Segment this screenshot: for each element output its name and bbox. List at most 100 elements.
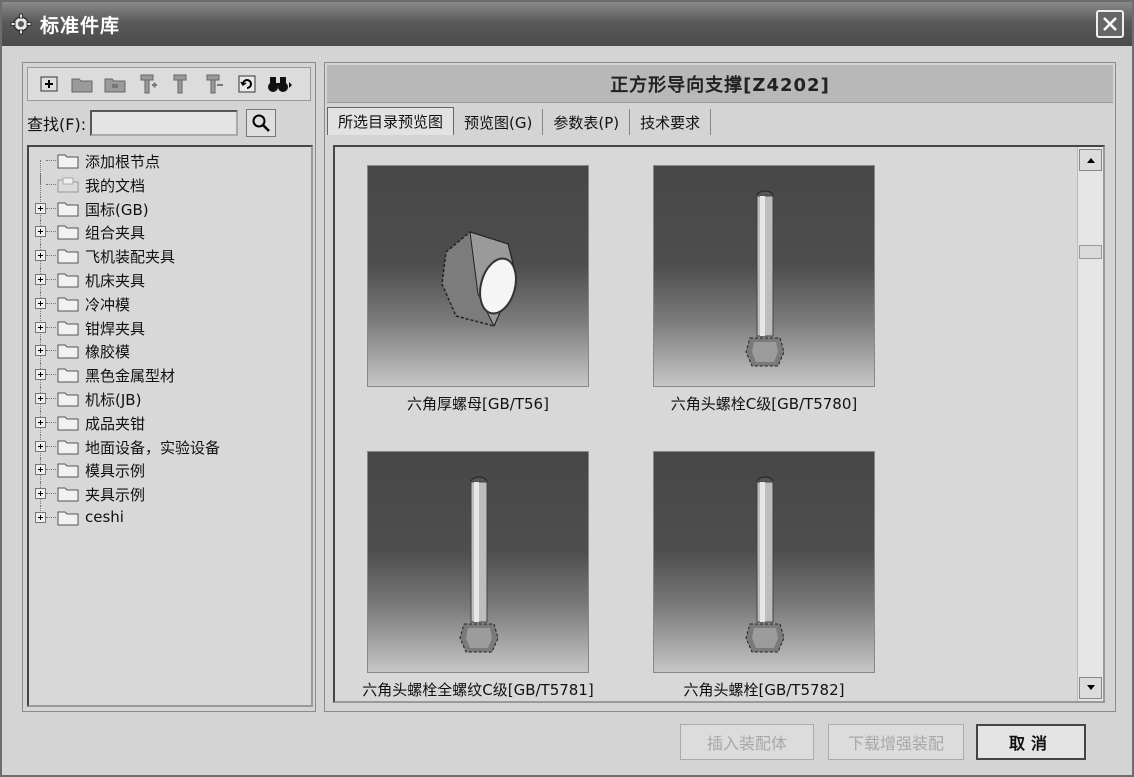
- document-folder-icon: [57, 177, 79, 193]
- tab-0[interactable]: 所选目录预览图: [327, 107, 455, 135]
- add-node-button[interactable]: [34, 71, 64, 97]
- insert-assembly-button[interactable]: 插入装配体: [680, 724, 814, 760]
- hex-bolt-icon: [459, 476, 499, 653]
- folder-icon: [57, 154, 79, 169]
- download-enhanced-assembly-button[interactable]: 下载增强装配: [828, 724, 964, 760]
- add-node-icon: [40, 76, 58, 92]
- folder-edit-icon: [104, 78, 126, 93]
- tree-item[interactable]: 我的文档: [29, 172, 311, 197]
- part-title: 正方形导向支撑[Z4202]: [327, 65, 1113, 103]
- tab-2[interactable]: 参数表(P): [543, 109, 631, 135]
- tree-connector: [46, 207, 56, 209]
- tree-item[interactable]: ceshi: [29, 505, 311, 530]
- rename-folder-button[interactable]: [100, 71, 130, 97]
- part-preview-caption: 六角厚螺母[GB/T56]: [407, 395, 549, 413]
- arrow-down-icon: [1086, 685, 1095, 690]
- tree-item-label: 钳焊夹具: [85, 319, 146, 338]
- tab-1[interactable]: 预览图(G): [454, 109, 544, 135]
- tree-connector: [46, 374, 56, 376]
- tab-3[interactable]: 技术要求: [630, 109, 712, 135]
- tree-item[interactable]: 夹具示例: [29, 482, 311, 506]
- search-icon: [252, 114, 270, 132]
- scroll-thumb[interactable]: [1079, 245, 1102, 259]
- expand-toggle-icon[interactable]: [35, 226, 46, 238]
- title-bar[interactable]: 标准件库: [2, 2, 1132, 46]
- search-row: 查找(F):: [27, 107, 313, 139]
- expand-toggle-icon[interactable]: [35, 250, 46, 262]
- expand-toggle-icon[interactable]: [35, 273, 46, 285]
- bolt-add-icon: [140, 74, 157, 94]
- tree-item-label: 添加根节点: [85, 153, 161, 171]
- tree-item[interactable]: 成品夹钳: [29, 410, 311, 435]
- edit-part-button[interactable]: [166, 71, 196, 97]
- expand-toggle-icon[interactable]: [35, 202, 46, 214]
- tree-item[interactable]: 组合夹具: [29, 220, 311, 245]
- folder-icon: [57, 463, 79, 478]
- expand-toggle-icon[interactable]: [35, 488, 46, 500]
- tree-item-label: 组合夹具: [85, 224, 146, 243]
- folder-icon: [57, 202, 79, 217]
- arrow-up-icon: [1086, 158, 1095, 163]
- part-preview-caption: 六角头螺栓[GB/T5782]: [683, 681, 845, 699]
- part-preview-thumbnail[interactable]: [367, 451, 589, 673]
- bolt-delete-icon: [206, 74, 223, 94]
- folder-icon: [57, 297, 79, 312]
- tree-item[interactable]: 冷冲模: [29, 291, 311, 316]
- part-preview-thumbnail[interactable]: [367, 165, 589, 387]
- folder-icon: [57, 321, 79, 336]
- add-part-button[interactable]: [133, 71, 163, 97]
- hex-bolt-icon: [745, 476, 785, 653]
- tree-item[interactable]: 模具示例: [29, 458, 311, 483]
- find-button[interactable]: [265, 71, 295, 97]
- expand-toggle-icon[interactable]: [35, 464, 46, 476]
- tree-item-label: 飞机装配夹具: [85, 248, 176, 267]
- tree-connector: [46, 493, 56, 495]
- tree-item[interactable]: 钳焊夹具: [29, 315, 311, 340]
- tree-item[interactable]: 添加根节点: [29, 149, 311, 184]
- tree-connector: [46, 421, 56, 423]
- cancel-button[interactable]: 取消: [976, 724, 1086, 760]
- tree-item[interactable]: 地面设备，实验设备: [29, 434, 311, 459]
- expand-toggle-icon[interactable]: [35, 297, 46, 309]
- tree-connector: [46, 302, 56, 304]
- expand-toggle-icon[interactable]: [35, 440, 46, 452]
- tree-item[interactable]: 机床夹具: [29, 267, 311, 292]
- part-preview-caption: 六角头螺栓全螺纹C级[GB/T5781]: [362, 681, 594, 699]
- tree-connector: [46, 326, 56, 328]
- new-folder-button[interactable]: [67, 71, 97, 97]
- category-tree[interactable]: 添加根节点 我的文档国标(GB) 组合夹具飞机装配夹具 机床夹具 冷冲模钳焊夹具 橡胶模黑…: [27, 145, 313, 707]
- search-button[interactable]: [246, 109, 277, 137]
- delete-part-button[interactable]: [199, 71, 229, 97]
- folder-icon: [57, 511, 79, 526]
- tree-item[interactable]: 国标(GB): [29, 196, 311, 221]
- expand-toggle-icon[interactable]: [35, 369, 46, 381]
- tree-item[interactable]: 机标(JB): [29, 386, 311, 411]
- vertical-scrollbar[interactable]: [1077, 147, 1103, 701]
- tree-connector: [46, 397, 56, 399]
- search-input[interactable]: [90, 110, 239, 136]
- expand-toggle-icon[interactable]: [35, 416, 46, 428]
- folder-icon: [57, 249, 79, 264]
- part-preview-thumbnail[interactable]: [653, 165, 875, 387]
- part-preview-thumbnail[interactable]: [653, 451, 875, 673]
- scroll-down-button[interactable]: [1079, 677, 1102, 699]
- expand-toggle-icon[interactable]: [35, 345, 46, 357]
- expand-toggle-icon[interactable]: [35, 392, 46, 404]
- standard-parts-window: 标准件库 查找(F): 添加根节点 我的文档 国标(GB) 组合夹具 飞机装配夹…: [0, 0, 1134, 777]
- expand-toggle-icon[interactable]: [35, 321, 46, 333]
- hex-nut-icon: [441, 231, 517, 328]
- tree-item[interactable]: 飞机装配夹具: [29, 244, 311, 268]
- close-button[interactable]: [1096, 10, 1124, 38]
- hex-bolt-icon: [745, 190, 785, 367]
- tree-item-label: 国标(GB): [85, 200, 149, 219]
- expand-toggle-icon[interactable]: [35, 511, 46, 523]
- scroll-up-button[interactable]: [1079, 149, 1102, 171]
- folder-icon: [57, 487, 79, 502]
- gear-app-icon: [10, 13, 32, 35]
- tree-item[interactable]: 橡胶模: [29, 339, 311, 364]
- tree-item-label: 机标(JB): [85, 390, 142, 409]
- refresh-button[interactable]: [232, 71, 262, 97]
- tree-connector: [46, 183, 56, 185]
- right-panel: 正方形导向支撑[Z4202] 所选目录预览图 预览图(G) 参数表(P) 技术要求 六…: [324, 62, 1116, 712]
- tree-item[interactable]: 黑色金属型材: [29, 363, 311, 387]
